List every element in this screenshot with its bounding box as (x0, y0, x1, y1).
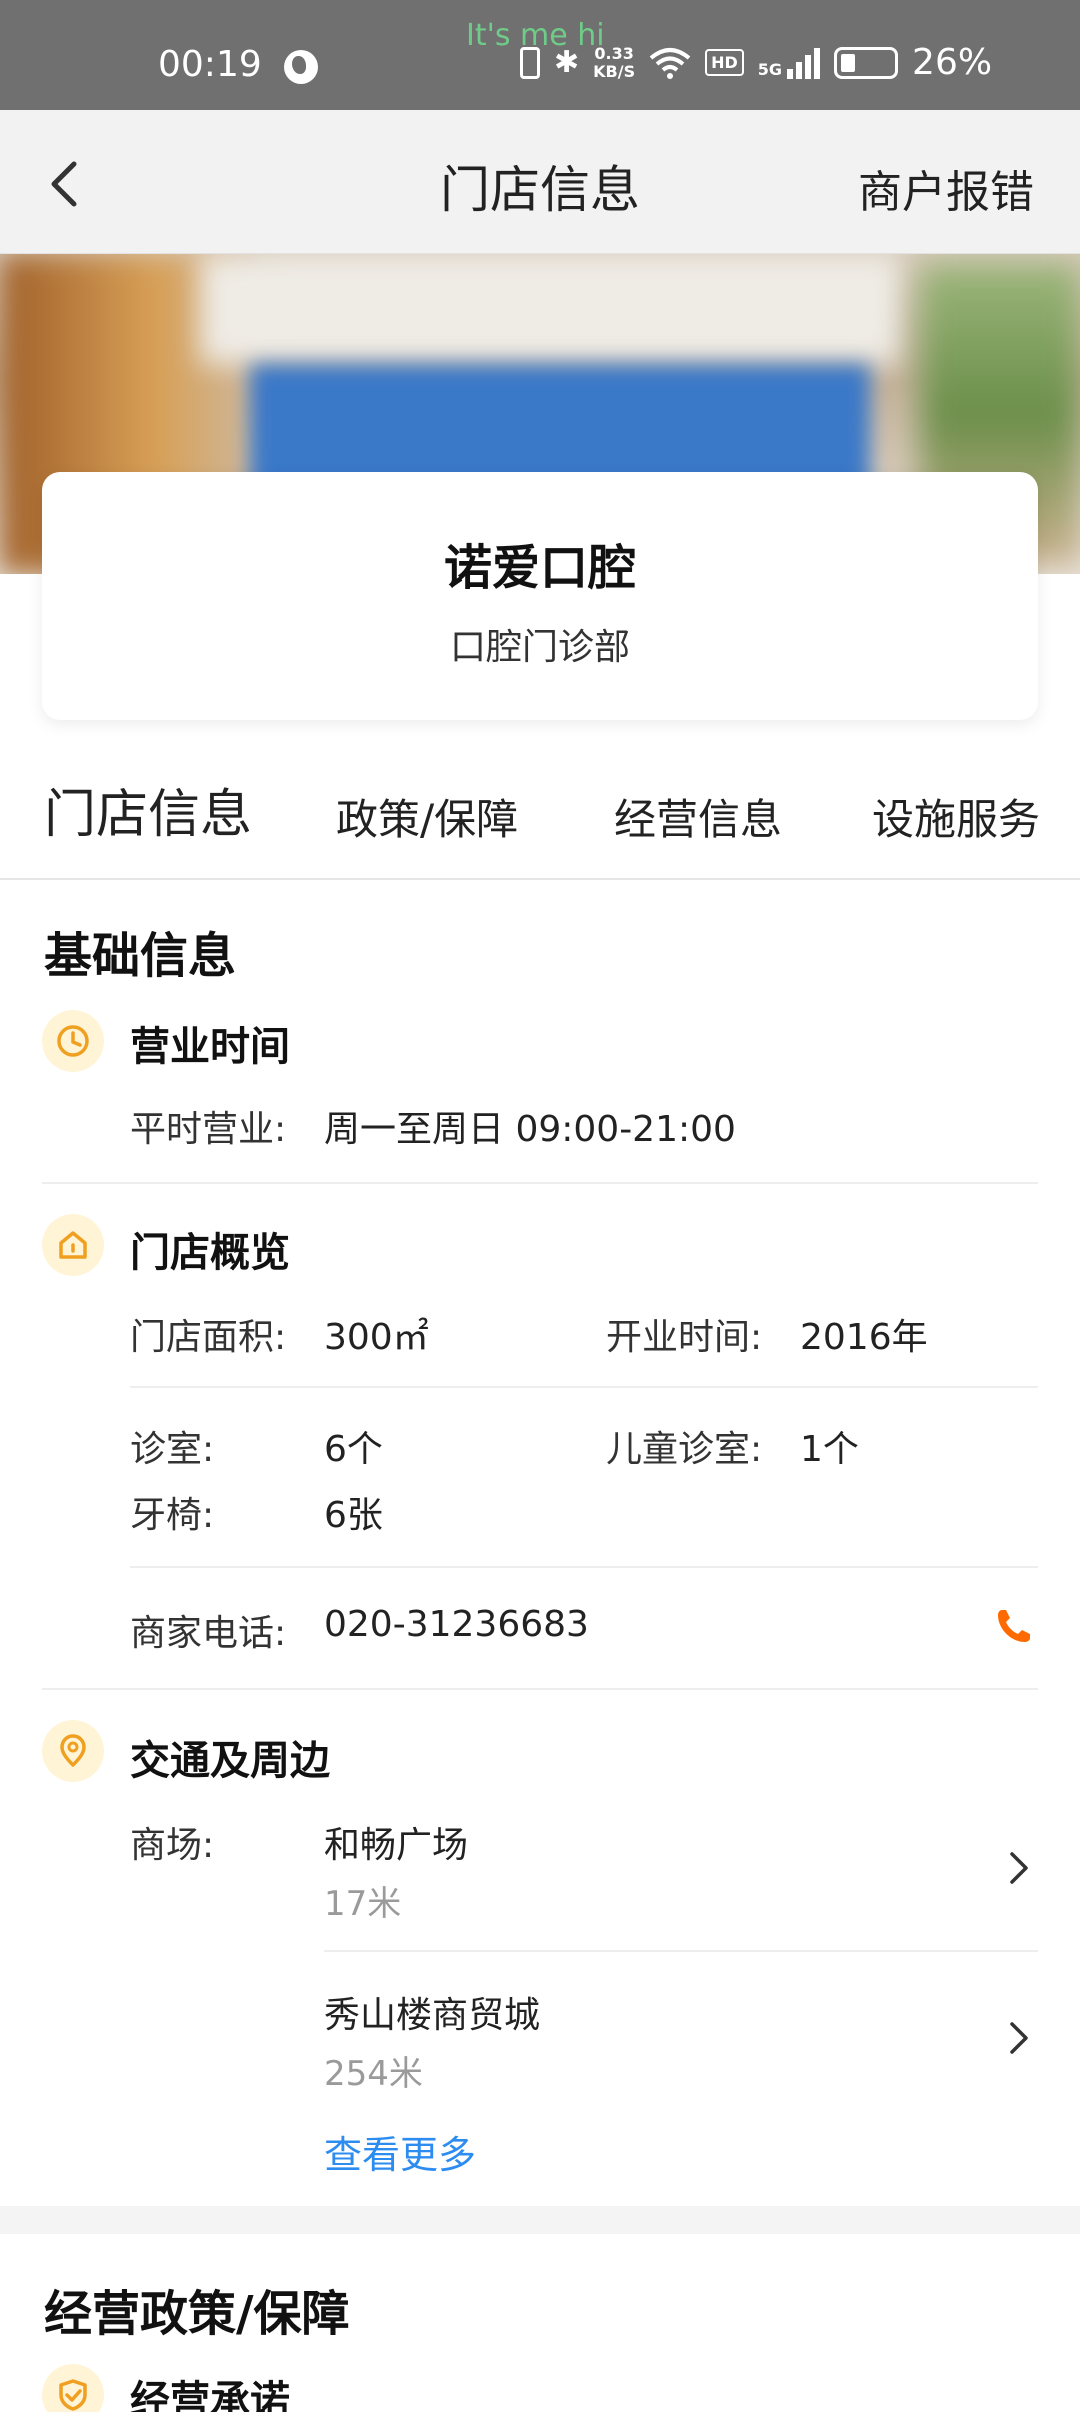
mall-distance: 254米 (324, 2054, 423, 2094)
battery-icon (834, 46, 899, 79)
chairs-label: 牙椅: (130, 1495, 215, 1536)
shield-check-icon (42, 2364, 104, 2412)
promise-title: 经营承诺 (130, 2378, 290, 2412)
traffic-title: 交通及周边 (130, 1738, 330, 1784)
tab-label: 设施服务 (872, 795, 1041, 844)
status-time: 00:19 (158, 44, 262, 85)
network-speed: 0.33 KB/S (593, 43, 636, 81)
mall-name[interactable]: 秀山楼商贸城 (324, 1986, 540, 2038)
hd-icon: HD (705, 49, 744, 76)
see-more-link[interactable]: 查看更多 (324, 2124, 476, 2179)
status-icons: ✱ 0.33 KB/S HD 5G 26% (520, 42, 992, 83)
network-speed-unit: KB/S (593, 61, 636, 81)
battery-percent: 26% (912, 42, 993, 83)
hours-title: 营业时间 (130, 1024, 290, 1070)
clock-icon (42, 1010, 104, 1072)
chevron-right-icon[interactable] (1004, 2018, 1034, 2058)
kids-rooms-value: 1个 (800, 1429, 859, 1470)
signal-icon: 5G (757, 47, 821, 79)
tab-label: 经营信息 (614, 795, 783, 844)
kids-rooms-label: 儿童诊室: (606, 1429, 763, 1470)
phone-value[interactable]: 020-31236683 (324, 1604, 589, 1645)
store-type: 口腔门诊部 (449, 627, 630, 668)
section-title-basic-info: 基础信息 (44, 928, 237, 984)
mall-name[interactable]: 和畅广场 (324, 1816, 468, 1868)
store-card: 诺爱口腔 口腔门诊部 (42, 472, 1038, 720)
divider (42, 1688, 1038, 1690)
area-value: 300㎡ (324, 1317, 429, 1358)
phone-call-button[interactable] (992, 1604, 1036, 1648)
status-bar: 00:19 It's me hi ✱ 0.33 KB/S HD 5G 26% (0, 0, 1080, 110)
tab-label: 门店信息 (44, 785, 253, 845)
top-nav-bar: 门店信息 商户报错 (0, 110, 1080, 254)
opened-label: 开业时间: (606, 1317, 763, 1358)
divider (130, 1386, 1038, 1388)
tab-store-info[interactable]: 门店信息 (44, 772, 253, 849)
tab-policy[interactable]: 政策/保障 (336, 786, 518, 847)
rooms-label: 诊室: (130, 1429, 215, 1470)
hours-value: 周一至周日 09:00-21:00 (324, 1109, 736, 1150)
merchant-report-button[interactable]: 商户报错 (858, 156, 1034, 220)
rooms-value: 6个 (324, 1429, 383, 1470)
overview-title: 门店概览 (130, 1230, 290, 1276)
chevron-right-icon[interactable] (1004, 1848, 1034, 1888)
hours-label: 平时营业: (130, 1109, 287, 1150)
wifi-icon (649, 46, 691, 80)
vibrate-icon (520, 46, 540, 79)
divider (42, 1182, 1038, 1184)
divider (324, 1950, 1038, 1952)
section-gap (0, 2206, 1080, 2234)
tab-business-info[interactable]: 经营信息 (614, 786, 782, 847)
store-icon (42, 1214, 104, 1276)
store-name: 诺爱口腔 (443, 540, 636, 596)
mall-label: 商场: (130, 1825, 215, 1866)
signal-label: 5G (757, 59, 783, 79)
mall-distance: 17米 (324, 1884, 402, 1924)
area-label: 门店面积: (130, 1317, 287, 1358)
section-title-policy: 经营政策/保障 (44, 2286, 350, 2342)
tab-facilities[interactable]: 设施服务 (872, 786, 1040, 847)
divider (130, 1566, 1038, 1568)
network-speed-value: 0.33 (594, 43, 634, 63)
opened-value: 2016年 (800, 1317, 928, 1358)
tab-bar: 门店信息 政策/保障 经营信息 设施服务 (0, 760, 1080, 880)
chairs-value: 6张 (324, 1495, 383, 1536)
phone-icon (998, 1610, 1030, 1642)
location-pin-icon (42, 1720, 104, 1782)
bluetooth-icon: ✱ (554, 45, 580, 80)
phone-label: 商家电话: (130, 1613, 287, 1654)
signal-bars (787, 47, 821, 79)
tab-label: 政策/保障 (336, 795, 519, 844)
globe-icon (284, 50, 318, 84)
